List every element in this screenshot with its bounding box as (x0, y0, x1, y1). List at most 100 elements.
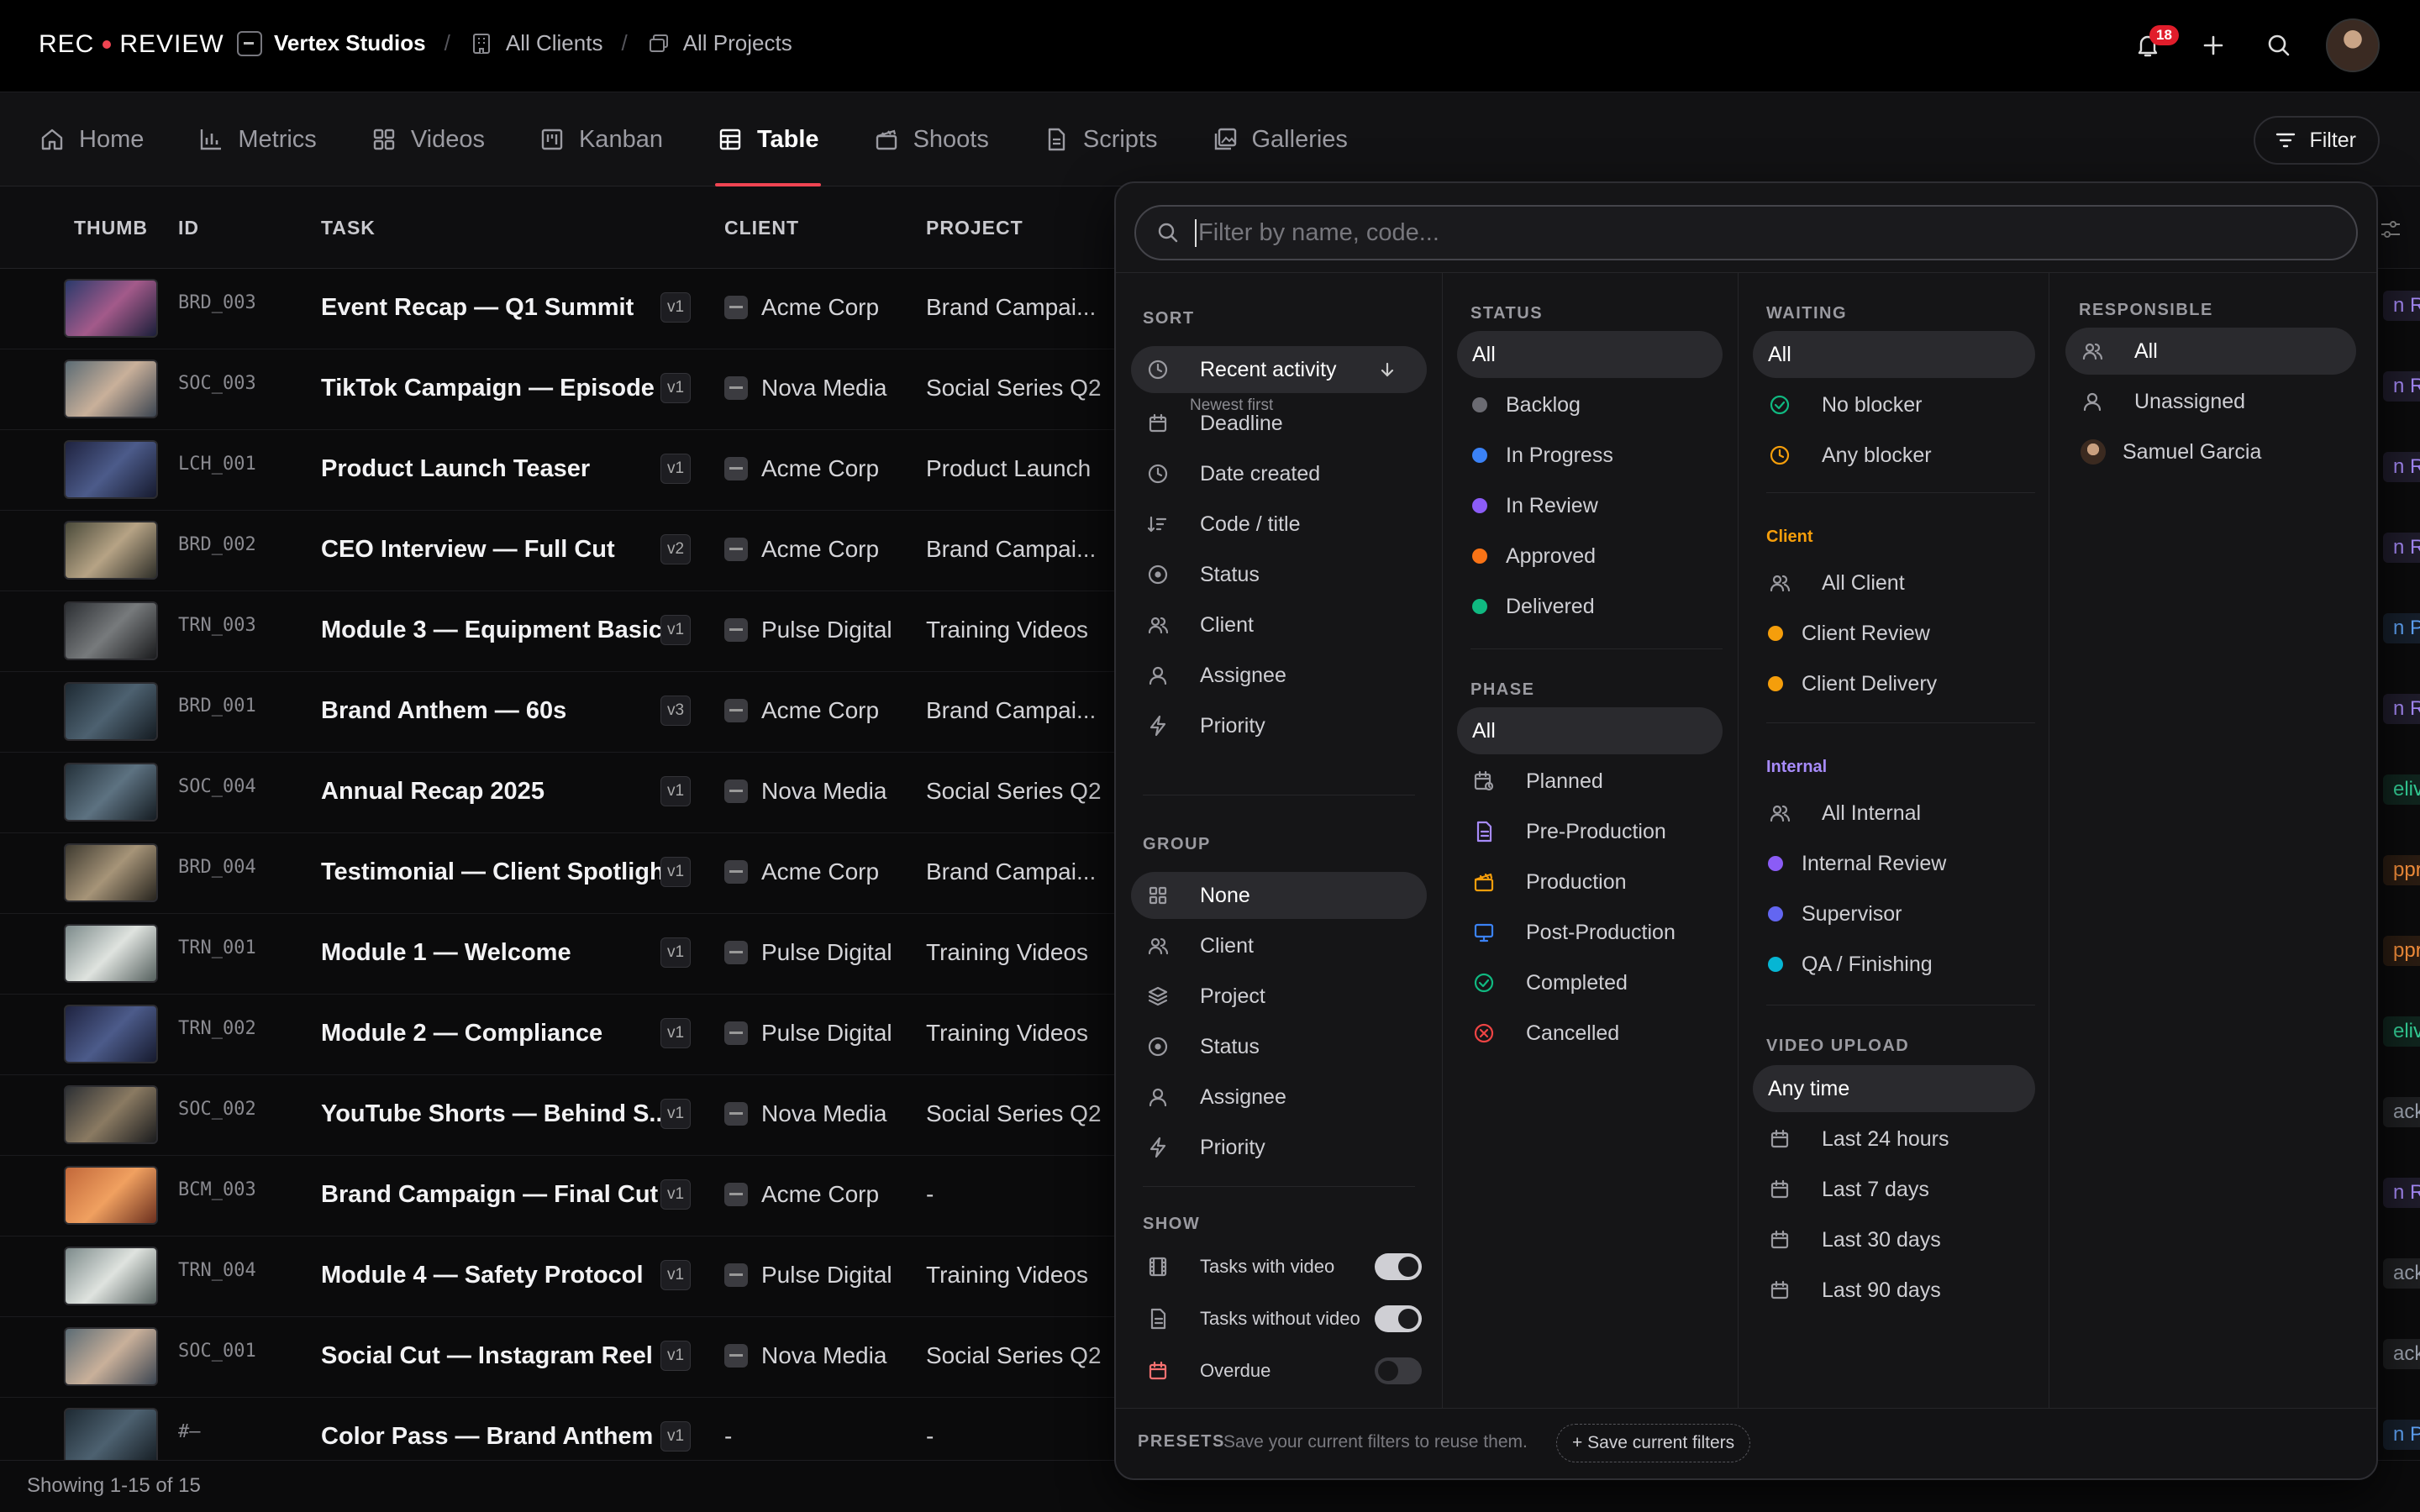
tab-scripts[interactable]: Scripts (1043, 92, 1158, 186)
responsible-option-samuel-garcia[interactable]: Samuel Garcia (2065, 428, 2356, 475)
search-button[interactable] (2260, 27, 2297, 64)
sort-option-assignee[interactable]: Assignee (1131, 652, 1427, 699)
table-row[interactable]: TRN_004 Module 4 — Safety Protocol v1 Pu… (0, 1236, 1118, 1317)
task-title[interactable]: Testimonial — Client Spotlight (321, 858, 672, 886)
breadcrumb-workspace[interactable]: Vertex Studios (237, 30, 426, 56)
table-row[interactable]: BCM_003 Brand Campaign — Final Cut v1 Ac… (0, 1156, 1118, 1236)
status-badge[interactable]: n Rev (2383, 1178, 2420, 1208)
tab-metrics[interactable]: Metrics (197, 92, 317, 186)
task-title[interactable]: Event Recap — Q1 Summit (321, 294, 634, 322)
status-badge[interactable]: ppro (2383, 855, 2420, 885)
version-badge[interactable]: v1 (660, 454, 691, 484)
waiting-option-all[interactable]: All (1753, 331, 2035, 378)
arrow-down-icon[interactable] (1378, 360, 1412, 379)
add-button[interactable] (2195, 27, 2232, 64)
save-filters-button[interactable]: + Save current filters (1556, 1424, 1751, 1462)
task-title[interactable]: TikTok Campaign — Episode 1 (321, 375, 675, 402)
upload-option-last-24-hours[interactable]: Last 24 hours (1753, 1116, 2035, 1163)
phase-option-completed[interactable]: Completed (1457, 959, 1723, 1006)
task-title[interactable]: Module 3 — Equipment Basics (321, 617, 676, 644)
toggle-switch[interactable] (1375, 1253, 1422, 1280)
tab-shoots[interactable]: Shoots (873, 92, 989, 186)
video-thumbnail[interactable] (64, 279, 158, 338)
version-badge[interactable]: v1 (660, 857, 691, 887)
status-option-backlog[interactable]: Backlog (1457, 381, 1723, 428)
version-badge[interactable]: v1 (660, 1018, 691, 1048)
version-badge[interactable]: v1 (660, 776, 691, 806)
waiting-option-client-review[interactable]: Client Review (1753, 610, 2035, 657)
table-row[interactable]: LCH_001 Product Launch Teaser v1 Acme Co… (0, 430, 1118, 511)
waiting-option-qa-finishing[interactable]: QA / Finishing (1753, 941, 2035, 988)
header-project[interactable]: PROJECT (926, 217, 1023, 239)
video-thumbnail[interactable] (64, 360, 158, 418)
table-row[interactable]: SOC_002 YouTube Shorts — Behind S... v1 … (0, 1075, 1118, 1156)
table-row[interactable]: BRD_004 Testimonial — Client Spotlight v… (0, 833, 1118, 914)
upload-option-last-30-days[interactable]: Last 30 days (1753, 1216, 2035, 1263)
sort-option-client[interactable]: Client (1131, 601, 1427, 648)
status-badge[interactable]: elive (2383, 1016, 2420, 1047)
video-thumbnail[interactable] (64, 924, 158, 983)
status-badge[interactable]: ppro (2383, 936, 2420, 966)
version-badge[interactable]: v1 (660, 292, 691, 323)
group-option-assignee[interactable]: Assignee (1131, 1074, 1427, 1121)
tab-galleries[interactable]: Galleries (1212, 92, 1348, 186)
version-badge[interactable]: v1 (660, 1099, 691, 1129)
task-title[interactable]: Product Launch Teaser (321, 455, 590, 483)
group-option-status[interactable]: Status (1131, 1023, 1427, 1070)
header-client[interactable]: CLIENT (724, 217, 799, 239)
status-option-in-review[interactable]: In Review (1457, 482, 1723, 529)
video-thumbnail[interactable] (64, 1166, 158, 1225)
version-badge[interactable]: v1 (660, 937, 691, 968)
phase-option-planned[interactable]: Planned (1457, 758, 1723, 805)
sort-option-code-title[interactable]: Code / title (1131, 501, 1427, 548)
app-logo[interactable]: REC REVIEW (39, 30, 224, 59)
task-title[interactable]: CEO Interview — Full Cut (321, 536, 615, 564)
upload-option-last-90-days[interactable]: Last 90 days (1753, 1267, 2035, 1314)
version-badge[interactable]: v1 (660, 1260, 691, 1290)
phase-option-cancelled[interactable]: Cancelled (1457, 1010, 1723, 1057)
group-option-client[interactable]: Client (1131, 922, 1427, 969)
version-badge[interactable]: v1 (660, 1179, 691, 1210)
task-title[interactable]: Brand Campaign — Final Cut (321, 1181, 658, 1209)
header-id[interactable]: ID (178, 217, 199, 239)
sort-option-date-created[interactable]: Date created (1131, 450, 1427, 497)
status-option-in-progress[interactable]: In Progress (1457, 432, 1723, 479)
status-badge[interactable]: ackl (2383, 1258, 2420, 1289)
phase-option-pre-production[interactable]: Pre-Production (1457, 808, 1723, 855)
responsible-option-all[interactable]: All (2065, 328, 2356, 375)
tab-table[interactable]: Table (714, 92, 821, 186)
video-thumbnail[interactable] (64, 763, 158, 822)
status-badge[interactable]: ackl (2383, 1097, 2420, 1127)
version-badge[interactable]: v1 (660, 615, 691, 645)
sort-option-deadline[interactable]: Deadline (1131, 400, 1427, 447)
task-title[interactable]: Module 2 — Compliance (321, 1020, 602, 1047)
status-badge[interactable]: n Rev (2383, 371, 2420, 402)
task-title[interactable]: Color Pass — Brand Anthem (321, 1423, 653, 1451)
table-row[interactable]: TRN_003 Module 3 — Equipment Basics v1 P… (0, 591, 1118, 672)
video-thumbnail[interactable] (64, 440, 158, 499)
group-option-priority[interactable]: Priority (1131, 1124, 1427, 1171)
sort-option-status[interactable]: Status (1131, 551, 1427, 598)
video-thumbnail[interactable] (64, 843, 158, 902)
group-option-none[interactable]: None (1131, 872, 1427, 919)
waiting-option-all-client[interactable]: All Client (1753, 559, 2035, 606)
task-title[interactable]: Social Cut — Instagram Reel (321, 1342, 653, 1370)
upload-option-any-time[interactable]: Any time (1753, 1065, 2035, 1112)
status-badge[interactable]: elive (2383, 774, 2420, 805)
table-row[interactable]: BRD_001 Brand Anthem — 60s v3 Acme Corp … (0, 672, 1118, 753)
filter-button[interactable]: Filter (2254, 116, 2380, 165)
status-option-delivered[interactable]: Delivered (1457, 583, 1723, 630)
tab-home[interactable]: Home (39, 92, 144, 186)
video-thumbnail[interactable] (64, 601, 158, 660)
video-thumbnail[interactable] (64, 1327, 158, 1386)
breadcrumb-clients[interactable]: All Clients (469, 30, 602, 56)
status-badge[interactable]: n Rev (2383, 291, 2420, 321)
waiting-option-supervisor[interactable]: Supervisor (1753, 890, 2035, 937)
task-title[interactable]: Module 1 — Welcome (321, 939, 571, 967)
header-thumb[interactable]: THUMB (74, 217, 148, 239)
column-settings-icon[interactable] (2378, 217, 2403, 242)
status-option-all[interactable]: All (1457, 331, 1723, 378)
table-row[interactable]: BRD_003 Event Recap — Q1 Summit v1 Acme … (0, 269, 1118, 349)
table-row[interactable]: SOC_004 Annual Recap 2025 v1 Nova Media … (0, 753, 1118, 833)
status-badge[interactable]: n Pro (2383, 613, 2420, 643)
